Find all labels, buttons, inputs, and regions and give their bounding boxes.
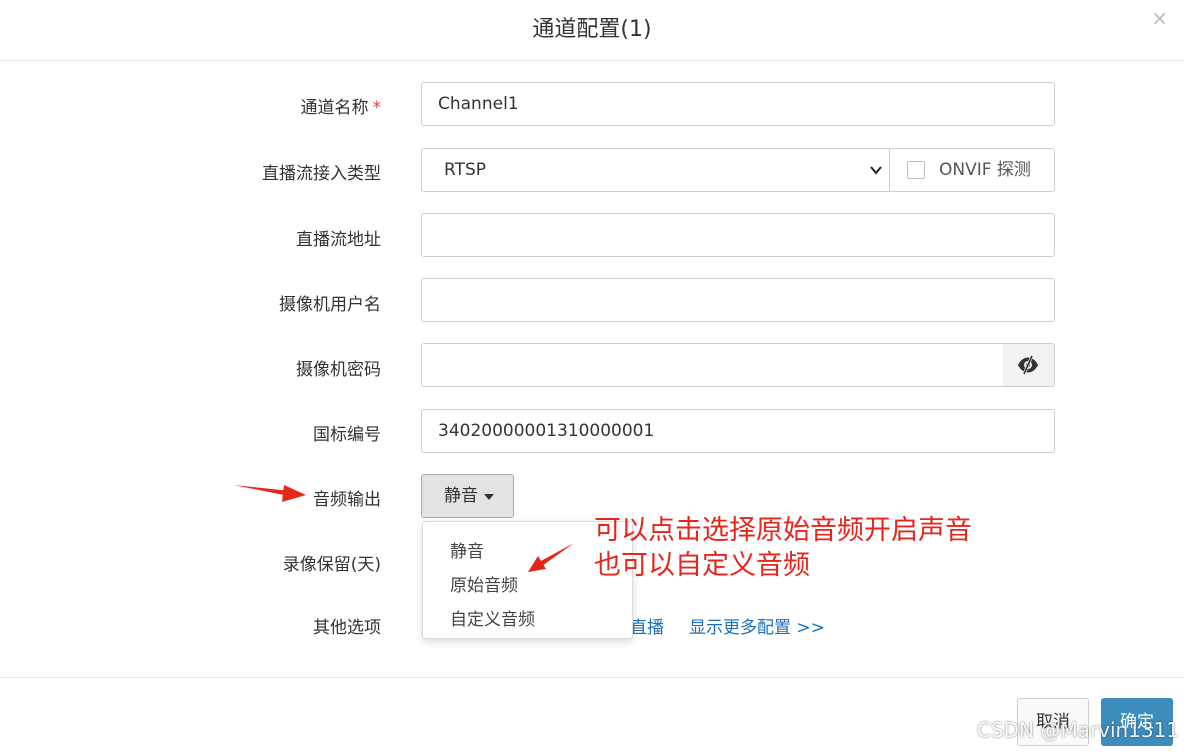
arrow-to-original-audio — [528, 543, 574, 572]
arrow-to-audio-output — [234, 485, 306, 502]
annotation-arrows — [234, 485, 574, 572]
watermark: CSDN @Marvin1311 — [977, 718, 1180, 742]
